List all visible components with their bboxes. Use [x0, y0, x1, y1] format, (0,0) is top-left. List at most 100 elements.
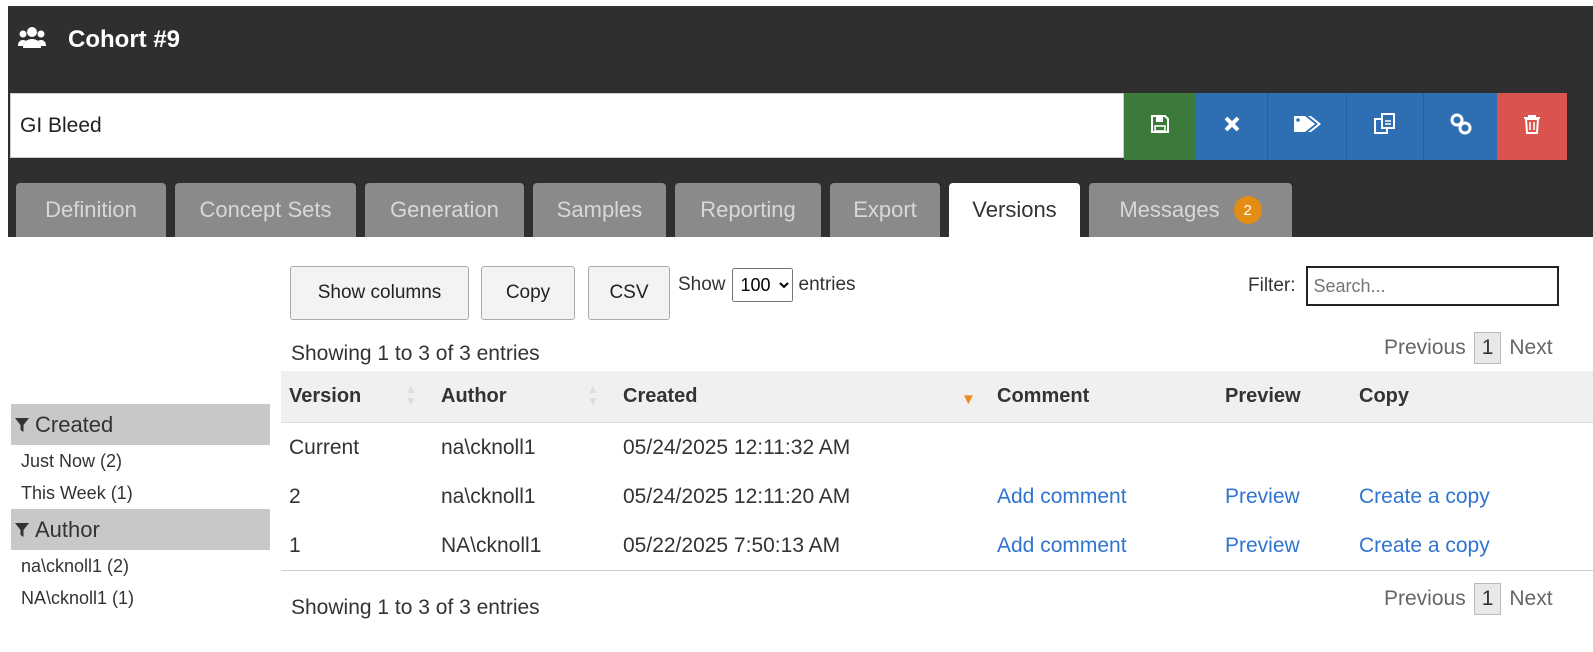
tab-reporting[interactable]: Reporting — [675, 183, 821, 237]
col-author-header[interactable]: Author ▲ ▼ — [433, 382, 615, 408]
versions-table: Version ▲ ▼ Author ▲ ▼ Created ▼ Comment Prev… — [281, 371, 1593, 571]
tags-icon — [1292, 113, 1322, 140]
preview-link[interactable]: Preview — [1225, 485, 1300, 508]
page-1-button[interactable]: 1 — [1473, 332, 1502, 364]
copy-table-button[interactable]: Copy — [481, 266, 575, 320]
next-link[interactable]: Next — [1509, 336, 1552, 360]
tab-label: Messages — [1119, 197, 1220, 222]
cell-version: 1 — [289, 533, 301, 557]
sort-desc-icon: ▼ — [961, 391, 976, 408]
col-comment-header: Comment — [989, 385, 1217, 408]
cell-author: na\cknoll1 — [441, 435, 536, 459]
tab-samples[interactable]: Samples — [533, 183, 666, 237]
tab-export[interactable]: Export — [830, 183, 940, 237]
facet-item-just-now[interactable]: Just Now (2) — [11, 445, 270, 477]
save-button[interactable] — [1124, 93, 1196, 160]
filter-icon — [15, 412, 29, 438]
facet-created-header[interactable]: Created — [11, 404, 270, 445]
tab-label: Generation — [390, 197, 499, 222]
copy-icon — [1373, 112, 1397, 141]
table-info-bottom: Showing 1 to 3 of 3 entries — [291, 596, 540, 619]
link-button[interactable] — [1423, 93, 1497, 160]
facet-item-author[interactable]: na\cknoll1 (2) — [11, 550, 270, 582]
tab-bar: Definition Concept Sets Generation Sampl… — [16, 183, 1301, 237]
page-1-button[interactable]: 1 — [1473, 583, 1502, 615]
tab-label: Versions — [972, 197, 1057, 222]
table-header: Version ▲ ▼ Author ▲ ▼ Created ▼ Comment Prev… — [281, 371, 1593, 423]
cell-version: 2 — [289, 484, 301, 508]
sort-icon: ▲ ▼ — [587, 382, 599, 408]
table-row: 2 na\cknoll1 05/24/2025 12:11:20 AM Add … — [281, 472, 1593, 521]
previous-link[interactable]: Previous — [1384, 336, 1466, 360]
table-row: Current na\cknoll1 05/24/2025 12:11:32 A… — [281, 423, 1593, 472]
tab-label: Concept Sets — [199, 197, 332, 222]
filter-label: Filter: — [1248, 275, 1296, 296]
header-label: Author — [441, 385, 507, 407]
header-label: Comment — [997, 385, 1090, 407]
cell-created: 05/22/2025 7:50:13 AM — [623, 533, 841, 557]
cohort-name-row — [10, 93, 1593, 160]
add-comment-link[interactable]: Add comment — [997, 534, 1127, 557]
show-label: Show — [678, 274, 726, 295]
tab-concept-sets[interactable]: Concept Sets — [175, 183, 356, 237]
csv-button[interactable]: CSV — [588, 266, 670, 320]
page-length-select[interactable]: 100 — [731, 268, 793, 302]
facet-item-author[interactable]: NA\cknoll1 (1) — [11, 582, 270, 614]
pagination-top: Previous 1 Next — [1384, 332, 1553, 364]
table-info-top: Showing 1 to 3 of 3 entries — [291, 342, 540, 365]
cohort-name-input[interactable] — [10, 93, 1124, 158]
cell-author: na\cknoll1 — [441, 484, 536, 508]
messages-count-badge: 2 — [1233, 196, 1262, 224]
page-length-control: Show 100 entries — [678, 268, 856, 302]
users-icon — [18, 26, 46, 55]
tab-label: Samples — [556, 197, 643, 222]
cell-author: NA\cknoll1 — [441, 533, 542, 557]
tab-label: Export — [853, 197, 917, 222]
filter-icon — [15, 517, 29, 543]
col-copy-header: Copy — [1351, 385, 1593, 408]
entries-label: entries — [798, 274, 856, 295]
table-bottom-border — [281, 570, 1593, 571]
preview-link[interactable]: Preview — [1225, 534, 1300, 557]
add-comment-link[interactable]: Add comment — [997, 485, 1127, 508]
tab-definition[interactable]: Definition — [16, 183, 166, 237]
title-row: Cohort #9 — [18, 22, 180, 58]
header-label: Created — [623, 385, 698, 407]
tags-button[interactable] — [1267, 93, 1346, 160]
facet-panel: Created Just Now (2) This Week (1) Autho… — [11, 404, 270, 614]
filter-control: Filter: — [1248, 266, 1559, 306]
cell-created: 05/24/2025 12:11:32 AM — [623, 435, 851, 459]
sort-icon: ▲ ▼ — [405, 382, 417, 408]
facet-item-this-week[interactable]: This Week (1) — [11, 477, 270, 509]
search-input[interactable] — [1305, 266, 1559, 306]
save-icon — [1150, 114, 1170, 139]
cell-created: 05/24/2025 12:11:20 AM — [623, 484, 851, 508]
header-label: Version — [289, 385, 362, 407]
create-copy-link[interactable]: Create a copy — [1359, 534, 1490, 557]
header-label: Copy — [1359, 385, 1409, 407]
tab-label: Reporting — [700, 197, 796, 222]
cell-version: Current — [289, 435, 360, 459]
link-icon — [1449, 112, 1473, 141]
pagination-bottom: Previous 1 Next — [1384, 583, 1553, 615]
facet-title: Author — [35, 516, 100, 542]
col-version-header[interactable]: Version ▲ ▼ — [281, 382, 433, 408]
tab-generation[interactable]: Generation — [365, 183, 524, 237]
facet-author-header[interactable]: Author — [11, 509, 270, 550]
copy-button[interactable] — [1346, 93, 1423, 160]
show-columns-button[interactable]: Show columns — [290, 266, 469, 320]
delete-button[interactable] — [1497, 93, 1567, 160]
trash-icon — [1523, 114, 1541, 139]
tab-label: Definition — [45, 197, 137, 222]
page-title: Cohort #9 — [68, 26, 181, 53]
col-created-header[interactable]: Created ▼ — [615, 385, 989, 408]
tab-messages[interactable]: Messages 2 — [1089, 183, 1292, 237]
table-row: 1 NA\cknoll1 05/22/2025 7:50:13 AM Add c… — [281, 521, 1593, 570]
close-button[interactable] — [1196, 93, 1267, 160]
create-copy-link[interactable]: Create a copy — [1359, 485, 1490, 508]
tab-versions[interactable]: Versions — [949, 183, 1080, 237]
close-icon — [1223, 115, 1241, 138]
next-link[interactable]: Next — [1509, 587, 1552, 611]
header-label: Preview — [1225, 385, 1301, 407]
previous-link[interactable]: Previous — [1384, 587, 1466, 611]
